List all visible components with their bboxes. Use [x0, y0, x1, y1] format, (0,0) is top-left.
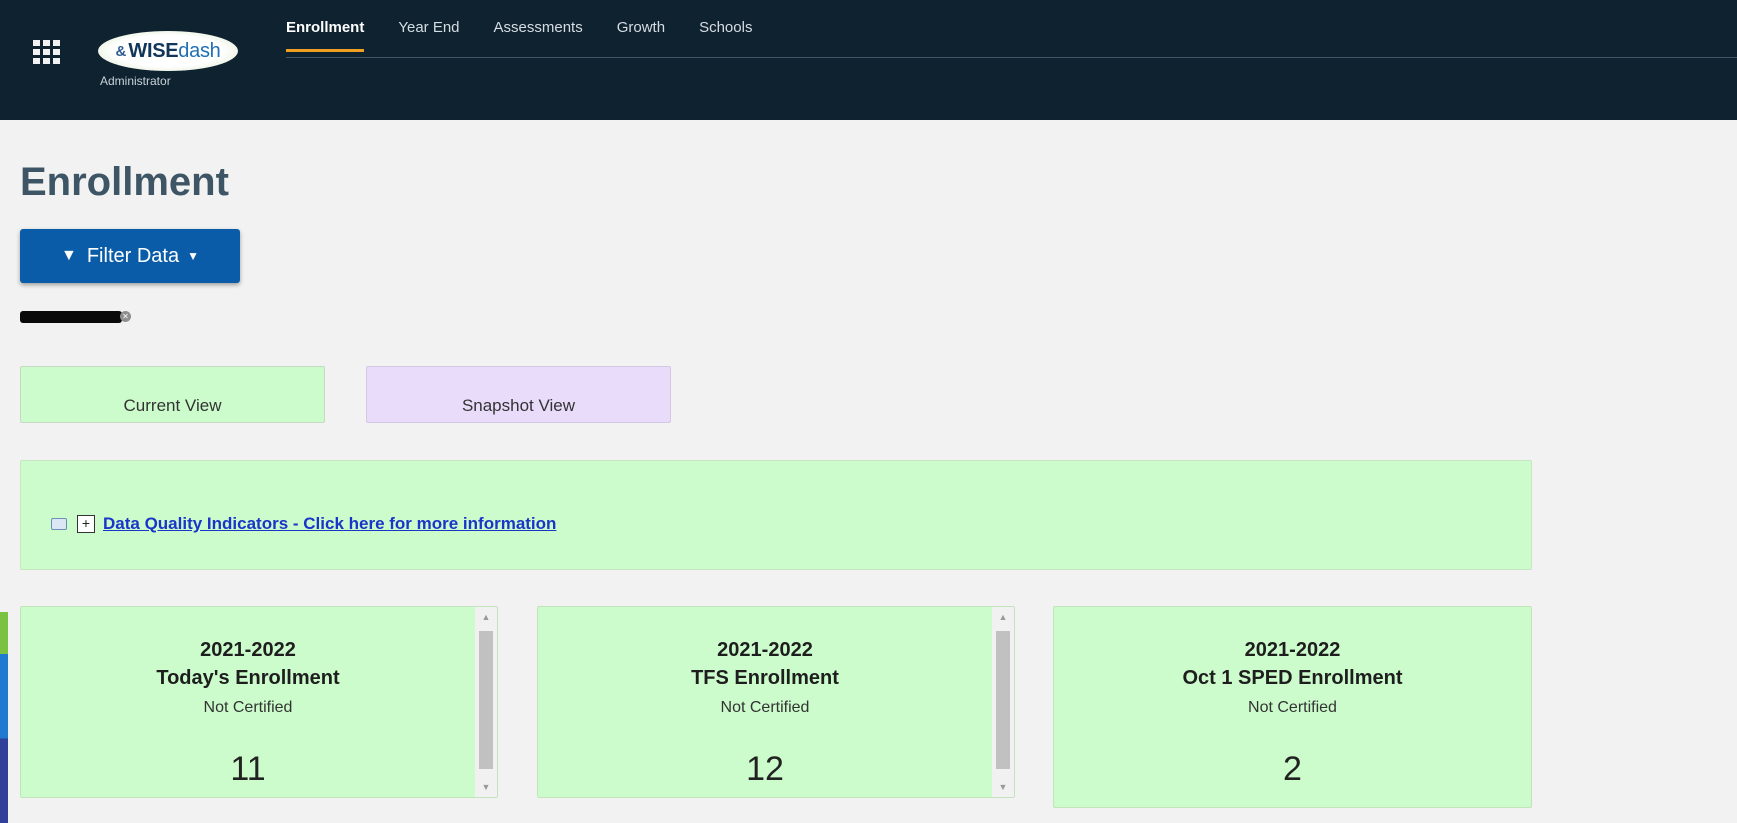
tab-schools[interactable]: Schools	[699, 19, 752, 52]
current-view-button[interactable]: Current View	[20, 366, 325, 423]
card-value: 11	[230, 750, 266, 788]
card-content: 2021-2022 Today's Enrollment Not Certifi…	[21, 607, 475, 797]
card-year: 2021-2022	[717, 639, 813, 661]
redacted-filter-chip	[20, 311, 122, 323]
card-status: Not Certified	[720, 699, 810, 716]
page-title: Enrollment	[20, 160, 229, 204]
scroll-down-arrow-icon[interactable]: ▼	[992, 777, 1014, 797]
card-year: 2021-2022	[200, 639, 296, 661]
user-role: Administrator	[100, 74, 171, 88]
scroll-down-arrow-icon[interactable]: ▼	[475, 777, 497, 797]
card-content: 2021-2022 Oct 1 SPED Enrollment Not Cert…	[1054, 607, 1531, 807]
funnel-icon: ▼	[61, 247, 77, 264]
top-bar: & WISEdash Administrator Enrollment Year…	[0, 0, 1737, 120]
data-quality-panel: + Data Quality Indicators - Click here f…	[20, 460, 1532, 570]
remove-filter-icon[interactable]: ✕	[120, 311, 131, 322]
data-quality-link[interactable]: Data Quality Indicators - Click here for…	[103, 514, 556, 534]
snapshot-view-button[interactable]: Snapshot View	[366, 366, 671, 423]
wisedash-logo[interactable]: & WISEdash	[98, 31, 238, 71]
scroll-thumb[interactable]	[996, 631, 1010, 769]
current-view-label: Current View	[123, 396, 222, 415]
snapshot-view-label: Snapshot View	[461, 396, 576, 415]
card-scrollbar[interactable]: ▲ ▼	[475, 607, 497, 797]
card-status: Not Certified	[1248, 699, 1337, 716]
card-value: 12	[746, 750, 784, 788]
expand-plus-icon[interactable]: +	[77, 515, 95, 533]
filter-data-label: Filter Data	[86, 244, 180, 267]
caret-down-icon: ▼	[187, 249, 199, 263]
tab-enrollment[interactable]: Enrollment	[286, 19, 365, 52]
card-year: 2021-2022	[1244, 639, 1341, 661]
scroll-thumb[interactable]	[479, 631, 493, 769]
app-launcher-grid-icon[interactable]	[33, 40, 61, 64]
data-quality-row: + Data Quality Indicators - Click here f…	[51, 514, 556, 534]
main-nav: Enrollment Year End Assessments Growth S…	[286, 0, 1737, 120]
tfs-enrollment-card[interactable]: 2021-2022 TFS Enrollment Not Certified 1…	[537, 606, 1015, 798]
nav-divider	[286, 57, 1737, 58]
scroll-up-arrow-icon[interactable]: ▲	[992, 607, 1014, 627]
oct1-sped-enrollment-card[interactable]: 2021-2022 Oct 1 SPED Enrollment Not Cert…	[1053, 606, 1532, 808]
card-scrollbar[interactable]: ▲ ▼	[992, 607, 1014, 797]
nav-tabs: Enrollment Year End Assessments Growth S…	[286, 19, 786, 52]
logo-mark: &	[115, 42, 127, 60]
card-value: 2	[1283, 750, 1302, 788]
card-title: Today's Enrollment	[156, 667, 340, 689]
filter-data-button[interactable]: ▼ Filter Data ▼	[20, 229, 240, 283]
left-accent-strip	[0, 612, 8, 823]
card-title: TFS Enrollment	[691, 667, 839, 689]
tab-year-end[interactable]: Year End	[398, 19, 459, 52]
card-title: Oct 1 SPED Enrollment	[1182, 667, 1403, 689]
card-status: Not Certified	[203, 699, 293, 716]
tab-growth[interactable]: Growth	[617, 19, 665, 52]
report-icon	[51, 518, 67, 530]
tab-assessments[interactable]: Assessments	[494, 19, 583, 52]
scroll-up-arrow-icon[interactable]: ▲	[475, 607, 497, 627]
logo-text: WISEdash	[128, 39, 221, 62]
todays-enrollment-card[interactable]: 2021-2022 Today's Enrollment Not Certifi…	[20, 606, 498, 798]
card-content: 2021-2022 TFS Enrollment Not Certified 1…	[538, 607, 992, 797]
